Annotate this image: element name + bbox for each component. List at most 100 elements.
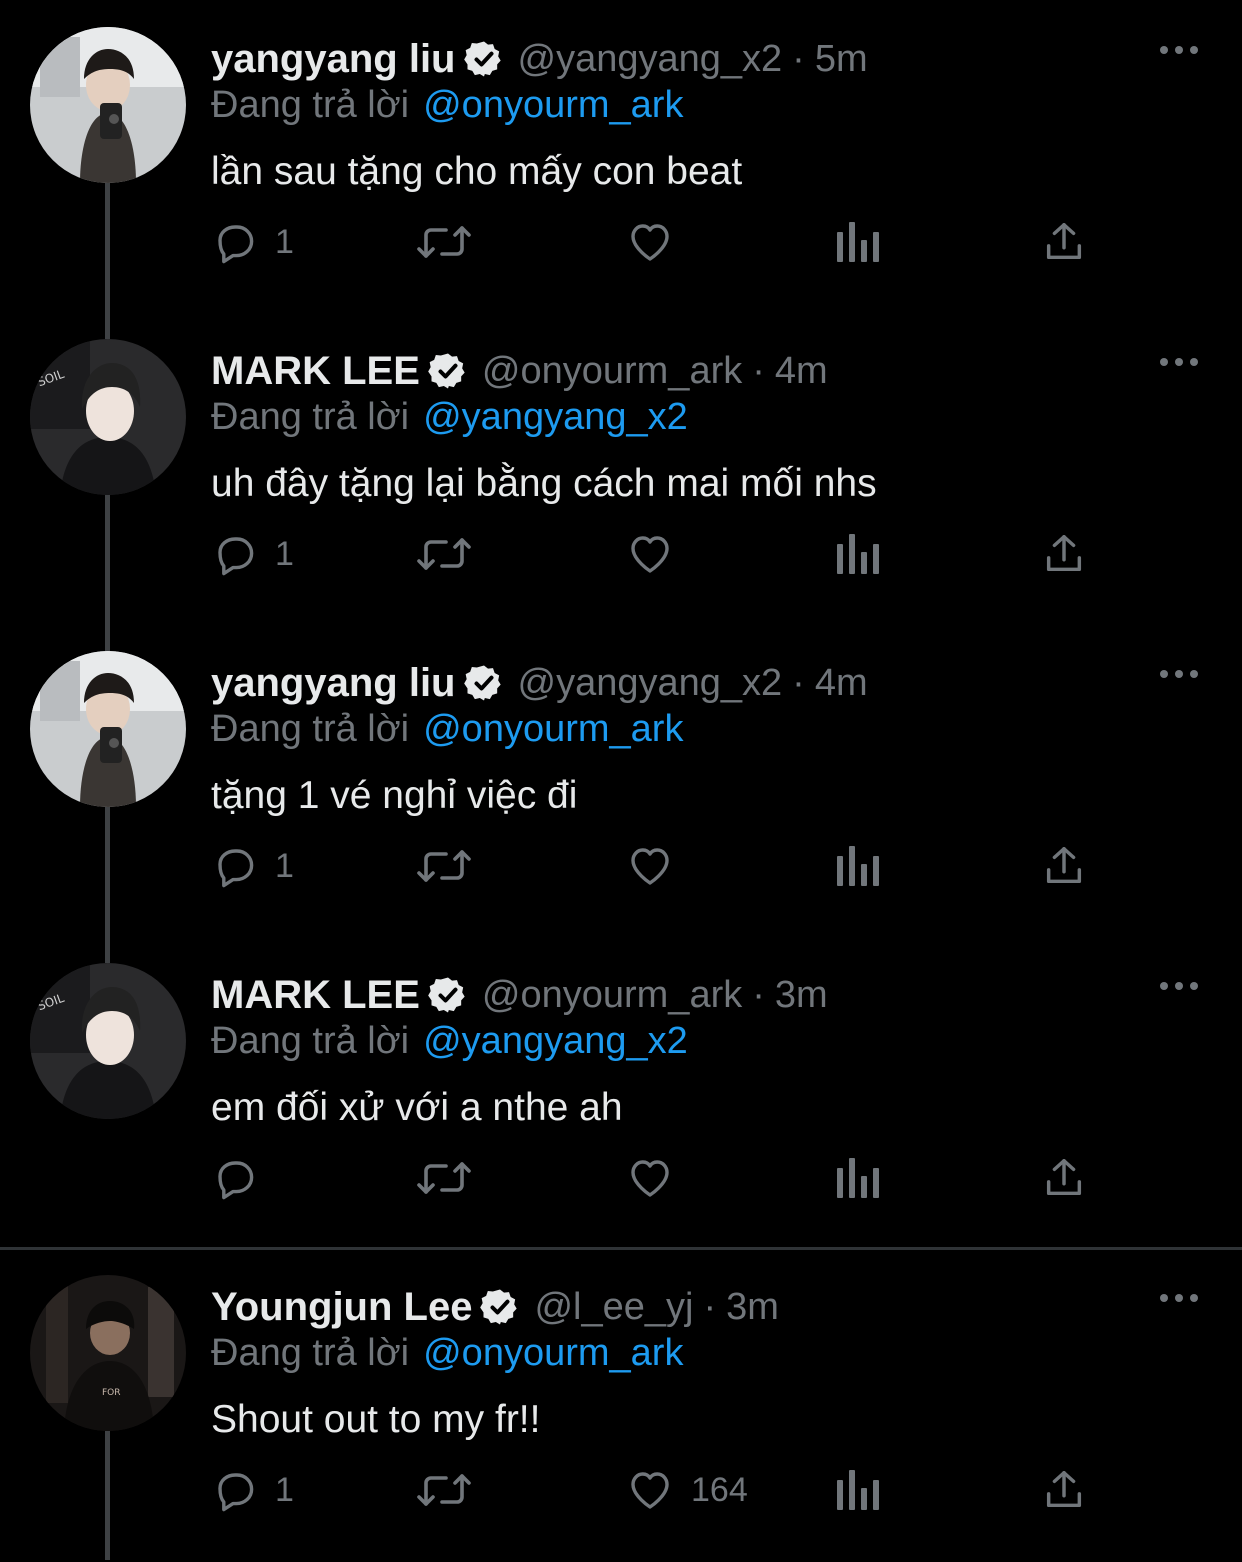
avatar[interactable]: FOR (30, 1275, 186, 1431)
avatar[interactable] (30, 651, 186, 807)
share-icon (1041, 1154, 1087, 1202)
thread-line (105, 312, 110, 339)
tweet[interactable]: FOR Youngjun Lee @l_ee_yj · 3m Đang trả … (0, 1248, 1242, 1560)
reply-icon (211, 530, 259, 578)
tweet-header: MARK LEE @onyourm_ark · 3m (211, 970, 828, 1020)
replying-handle[interactable]: @onyourm_ark (423, 1332, 683, 1374)
analytics-button[interactable] (835, 1148, 879, 1208)
replying-label: Đang trả lời (211, 1020, 410, 1062)
reply-button[interactable] (211, 1148, 259, 1208)
reply-button[interactable]: 1 (211, 836, 294, 896)
user-handle[interactable]: @yangyang_x2 (518, 38, 783, 81)
timestamp[interactable]: 4m (775, 350, 828, 393)
share-button[interactable] (1041, 524, 1087, 584)
reply-icon (211, 218, 259, 266)
like-button[interactable]: 164 (625, 1460, 748, 1520)
replying-to: Đang trả lời @yangyang_x2 (211, 396, 688, 439)
analytics-icon (835, 1468, 879, 1512)
avatar[interactable] (30, 27, 186, 183)
analytics-button[interactable] (835, 1460, 879, 1520)
timestamp[interactable]: 5m (815, 38, 868, 81)
verified-badge-icon (463, 663, 504, 703)
like-button[interactable] (625, 836, 675, 896)
thread-line (105, 1431, 110, 1560)
verified-badge-icon (480, 1287, 520, 1327)
more-icon[interactable] (1158, 976, 1202, 996)
tweet-text: Shout out to my fr!! (211, 1398, 541, 1441)
user-handle[interactable]: @onyourm_ark (482, 974, 742, 1017)
thread-line (105, 495, 110, 624)
analytics-icon (835, 532, 879, 576)
tweet-header: MARK LEE @onyourm_ark · 4m (211, 346, 828, 396)
share-button[interactable] (1041, 212, 1087, 272)
verified-badge-icon (428, 351, 468, 391)
retweet-button[interactable] (416, 1460, 472, 1520)
avatar[interactable]: SOIL (30, 963, 186, 1119)
more-icon[interactable] (1158, 1288, 1202, 1308)
replying-to: Đang trả lời @onyourm_ark (211, 708, 683, 751)
retweet-icon (416, 842, 472, 890)
tweet-actions: 1 (211, 524, 1111, 584)
replying-handle[interactable]: @yangyang_x2 (423, 396, 688, 438)
retweet-button[interactable] (416, 836, 472, 896)
tweet[interactable]: SOIL MARK LEE @onyourm_ark · 4m Đang trả… (0, 312, 1242, 624)
share-button[interactable] (1041, 836, 1087, 896)
display-name[interactable]: MARK LEE (211, 349, 420, 394)
timestamp[interactable]: 3m (726, 1286, 779, 1329)
like-button[interactable] (625, 1148, 675, 1208)
tweet[interactable]: yangyang liu @yangyang_x2 · 5m Đang trả … (0, 0, 1242, 312)
heart-icon (625, 1154, 675, 1202)
display-name[interactable]: Youngjun Lee (211, 1285, 472, 1330)
analytics-button[interactable] (835, 836, 879, 896)
thread-line (105, 624, 110, 651)
avatar[interactable]: SOIL (30, 339, 186, 495)
tweet-header: yangyang liu @yangyang_x2 · 5m (211, 34, 868, 84)
replying-handle[interactable]: @yangyang_x2 (423, 1020, 688, 1062)
user-handle[interactable]: @l_ee_yj (534, 1286, 693, 1329)
thread-line (105, 936, 110, 963)
share-button[interactable] (1041, 1148, 1087, 1208)
display-name[interactable]: yangyang liu (211, 37, 456, 82)
like-button[interactable] (625, 524, 675, 584)
tweet-text: em đối xử với a nthe ah (211, 1086, 623, 1129)
replying-label: Đang trả lời (211, 1332, 410, 1374)
heart-icon (625, 842, 675, 890)
reply-count: 1 (275, 534, 294, 573)
heart-icon (625, 530, 675, 578)
share-icon (1041, 842, 1087, 890)
replying-handle[interactable]: @onyourm_ark (423, 84, 683, 126)
tweet-actions: 1 (211, 836, 1111, 896)
reply-button[interactable]: 1 (211, 524, 294, 584)
like-button[interactable] (625, 212, 675, 272)
share-button[interactable] (1041, 1460, 1087, 1520)
tweet[interactable]: SOIL MARK LEE @onyourm_ark · 3m Đang trả… (0, 936, 1242, 1248)
thread-divider (0, 1247, 1242, 1250)
analytics-button[interactable] (835, 524, 879, 584)
timestamp[interactable]: 3m (775, 974, 828, 1017)
retweet-button[interactable] (416, 1148, 472, 1208)
replying-to: Đang trả lời @onyourm_ark (211, 84, 683, 127)
display-name[interactable]: yangyang liu (211, 661, 456, 706)
verified-badge-icon (463, 39, 504, 79)
more-icon[interactable] (1158, 352, 1202, 372)
more-icon[interactable] (1158, 664, 1202, 684)
display-name[interactable]: MARK LEE (211, 973, 420, 1018)
user-handle[interactable]: @yangyang_x2 (518, 662, 783, 705)
more-icon[interactable] (1158, 40, 1202, 60)
reply-count: 1 (275, 1470, 294, 1509)
retweet-button[interactable] (416, 524, 472, 584)
tweet[interactable]: yangyang liu @yangyang_x2 · 4m Đang trả … (0, 624, 1242, 936)
analytics-button[interactable] (835, 212, 879, 272)
replying-label: Đang trả lời (211, 84, 410, 126)
tweet-text: tặng 1 vé nghỉ việc đi (211, 774, 578, 817)
retweet-button[interactable] (416, 212, 472, 272)
tweet-actions: 1 (211, 212, 1111, 272)
reply-button[interactable]: 1 (211, 1460, 294, 1520)
reply-button[interactable]: 1 (211, 212, 294, 272)
tweet-header: yangyang liu @yangyang_x2 · 4m (211, 658, 868, 708)
user-handle[interactable]: @onyourm_ark (482, 350, 742, 393)
tweet-text: uh đây tặng lại bằng cách mai mối nhs (211, 462, 877, 505)
replying-handle[interactable]: @onyourm_ark (423, 708, 683, 750)
separator-dot: · (792, 661, 805, 704)
timestamp[interactable]: 4m (815, 662, 868, 705)
